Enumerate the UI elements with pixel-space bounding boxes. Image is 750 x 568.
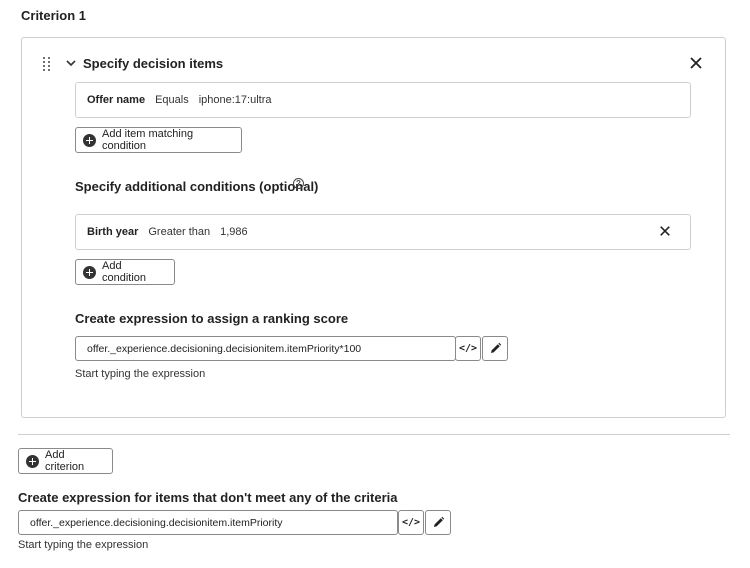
button-label: Add criterion <box>45 449 85 473</box>
close-icon[interactable] <box>689 56 703 70</box>
chevron-down-icon[interactable] <box>65 57 77 69</box>
add-criterion-button[interactable]: Add criterion <box>18 448 113 474</box>
edit-expression-button[interactable] <box>425 510 451 535</box>
item-matching-condition[interactable]: Offer name Equals iphone:17:ultra <box>75 82 691 118</box>
code-editor-button[interactable]: </> <box>398 510 424 535</box>
condition-operator: Greater than <box>148 226 211 238</box>
code-icon: </> <box>401 517 421 528</box>
condition-field: Birth year <box>87 226 139 238</box>
fallback-helper-text: Start typing the expression <box>18 539 149 551</box>
edit-expression-button[interactable] <box>482 336 508 361</box>
drag-handle-icon[interactable] <box>42 57 52 71</box>
criterion-title: Criterion 1 <box>21 8 87 23</box>
ranking-helper-text: Start typing the expression <box>75 368 206 380</box>
add-item-matching-condition-button[interactable]: Add item matching condition <box>75 127 242 153</box>
add-condition-button[interactable]: Add condition <box>75 259 175 285</box>
fallback-expression-title: Create expression for items that don't m… <box>18 490 398 505</box>
pencil-icon <box>490 342 501 353</box>
close-icon[interactable] <box>659 225 671 237</box>
additional-conditions-title: Specify additional conditions (optional) <box>75 179 319 194</box>
add-circle-icon <box>26 454 39 468</box>
button-label: Add item matching condition <box>102 128 194 152</box>
ranking-score-title: Create expression to assign a ranking sc… <box>75 311 349 326</box>
divider <box>18 434 730 435</box>
add-circle-icon <box>83 133 96 147</box>
fallback-expression-input[interactable]: offer._experience.decisioning.decisionit… <box>18 510 398 535</box>
code-editor-button[interactable]: </> <box>455 336 481 361</box>
condition-operator: Equals <box>155 94 189 106</box>
condition-value: iphone:17:ultra <box>198 94 272 106</box>
additional-condition[interactable]: Birth year Greater than 1,986 <box>75 214 691 250</box>
add-circle-icon <box>83 265 96 279</box>
help-icon[interactable]: ? <box>293 178 304 189</box>
code-icon: </> <box>458 343 478 354</box>
button-label: Add condition <box>102 260 147 284</box>
condition-field: Offer name <box>87 94 146 106</box>
decision-items-title: Specify decision items <box>83 56 224 71</box>
ranking-expression-input[interactable]: offer._experience.decisioning.decisionit… <box>75 336 456 361</box>
pencil-icon <box>433 516 444 527</box>
condition-value: 1,986 <box>220 226 248 238</box>
